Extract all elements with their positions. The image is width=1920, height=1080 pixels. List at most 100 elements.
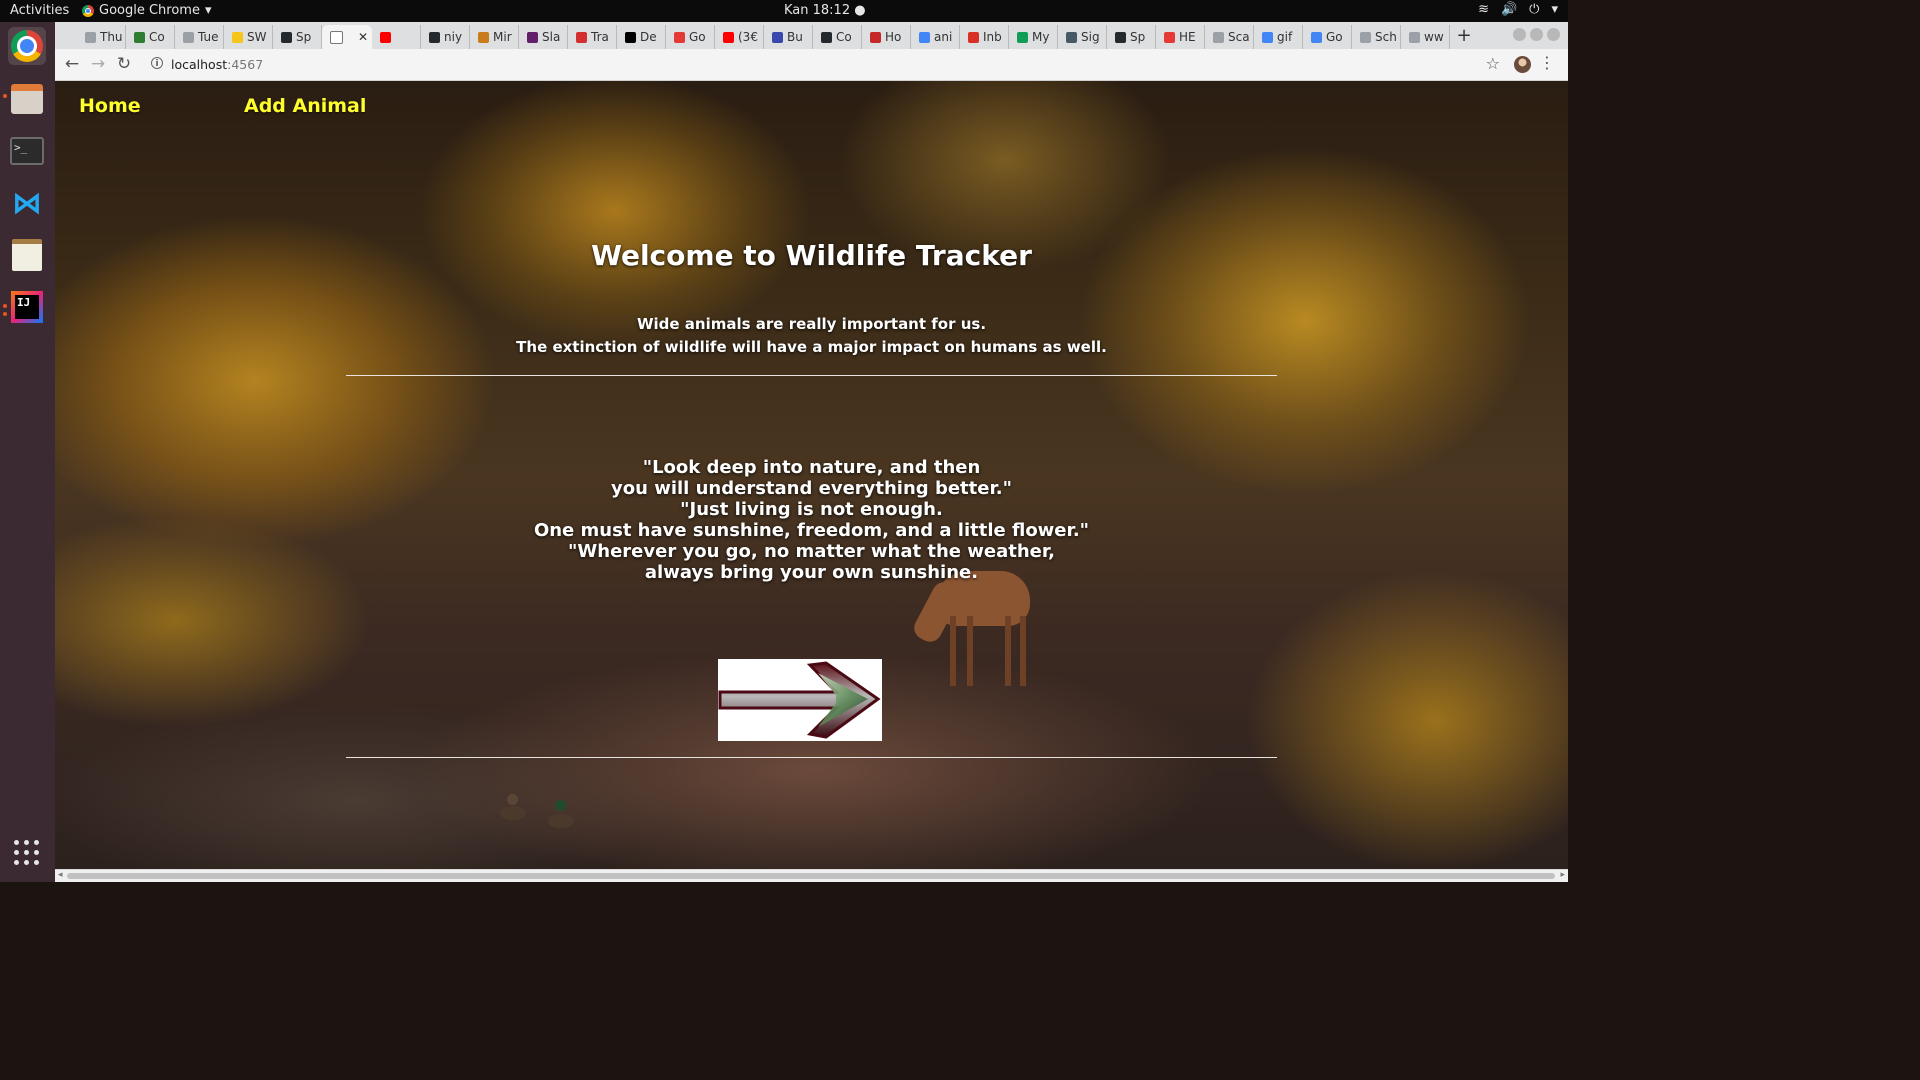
reload-icon[interactable]: ↻ <box>113 54 135 74</box>
close-window-icon[interactable] <box>1547 28 1560 41</box>
tab[interactable]: Thu <box>77 25 126 49</box>
tab[interactable]: niy <box>421 25 470 49</box>
power-icon[interactable]: ⏻ <box>1529 2 1539 17</box>
system-tray[interactable]: ≋ 🔊 ⏻ ▾ <box>1478 2 1558 17</box>
app-menu-label: Google Chrome <box>99 3 200 18</box>
tab-label: Sla <box>542 30 561 44</box>
tab-label: Co <box>836 30 852 44</box>
profile-avatar[interactable] <box>1514 56 1531 73</box>
tab[interactable]: Sig <box>1058 25 1107 49</box>
browser-toolbar: ← → ↻ i localhost:4567 ☆ ⋮ <box>55 49 1568 81</box>
tab[interactable] <box>372 25 421 49</box>
quote-line: "Just living is not enough. <box>680 499 943 520</box>
tab[interactable]: ani <box>911 25 960 49</box>
new-tab-button[interactable]: + <box>1450 25 1478 46</box>
forward-arrow-icon[interactable]: → <box>87 54 109 74</box>
vscode-icon: ⋈ <box>12 185 42 221</box>
clock[interactable]: Kan 18:12 ● <box>784 3 866 18</box>
nav-link-home[interactable]: Home <box>79 95 141 117</box>
tab[interactable]: Inb <box>960 25 1009 49</box>
tab-label: Go <box>1326 30 1343 44</box>
deer-leg <box>1020 616 1026 686</box>
tab[interactable]: Bu <box>764 25 813 49</box>
tab[interactable]: Sp <box>273 25 322 49</box>
dock-chrome-launcher[interactable] <box>8 27 46 65</box>
tab[interactable]: SW <box>224 25 273 49</box>
tab[interactable]: (3€ <box>715 25 764 49</box>
dock: >_ ⋈ IJ <box>0 22 55 882</box>
tab-label: Sca <box>1228 30 1250 44</box>
tab[interactable]: Go <box>1303 25 1352 49</box>
tab-label: niy <box>444 30 463 44</box>
tab[interactable]: Sca <box>1205 25 1254 49</box>
text-editor-icon <box>12 239 42 271</box>
tab[interactable]: De <box>617 25 666 49</box>
bookmark-star-icon[interactable]: ☆ <box>1486 54 1500 73</box>
tab-label: Inb <box>983 30 1002 44</box>
close-tab-icon[interactable]: ✕ <box>358 30 368 44</box>
dock-vscode-launcher[interactable]: ⋈ <box>8 184 46 222</box>
duck-image <box>548 814 574 828</box>
dock-terminal-launcher[interactable]: >_ <box>8 132 46 170</box>
tab[interactable]: gif <box>1254 25 1303 49</box>
tab[interactable]: Go <box>666 25 715 49</box>
tab-label: ani <box>934 30 953 44</box>
minimize-icon[interactable] <box>1513 28 1526 41</box>
show-applications-icon[interactable] <box>14 840 40 866</box>
back-arrow-icon[interactable]: ← <box>61 54 83 74</box>
chrome-icon <box>11 30 43 62</box>
chevron-down-icon[interactable]: ▾ <box>1551 2 1558 17</box>
running-indicator <box>3 304 7 308</box>
tab[interactable]: Mir <box>470 25 519 49</box>
tab-strip: Thu Co Tue SW Sp ✕ niy Mir Sla Tra De Go (3€ Bu Co Ho an… <box>55 22 1568 49</box>
tab[interactable]: Sp <box>1107 25 1156 49</box>
tab[interactable]: ww <box>1401 25 1450 49</box>
tab-label: My <box>1032 30 1050 44</box>
scrollbar-thumb[interactable] <box>67 873 1555 879</box>
dock-files-launcher[interactable] <box>8 80 46 118</box>
nav-link-add-animal[interactable]: Add Animal <box>244 95 366 117</box>
tab-favicon-icon <box>232 31 243 43</box>
dock-intellij-launcher[interactable]: IJ <box>8 288 46 326</box>
menu-kebab-icon[interactable]: ⋮ <box>1539 53 1555 72</box>
activities-button[interactable]: Activities <box>10 3 69 18</box>
tab-favicon-icon <box>1213 31 1224 43</box>
deer-leg <box>950 616 956 686</box>
tab[interactable]: Sla <box>519 25 568 49</box>
tab-label: Sp <box>296 30 312 44</box>
tab[interactable]: My <box>1009 25 1058 49</box>
address-bar[interactable]: localhost:4567 <box>171 57 263 72</box>
tab-label: De <box>640 30 657 44</box>
wifi-icon[interactable]: ≋ <box>1478 2 1489 17</box>
tab-label: SW <box>247 30 267 44</box>
tab-favicon-icon <box>330 30 343 44</box>
maximize-icon[interactable] <box>1530 28 1543 41</box>
tab-favicon-icon <box>870 31 881 43</box>
next-arrow-link[interactable] <box>718 659 882 741</box>
tab[interactable]: HE <box>1156 25 1205 49</box>
tab-favicon-icon <box>1164 31 1175 43</box>
tab-label: gif <box>1277 30 1293 44</box>
tab-active[interactable]: ✕ <box>322 25 372 49</box>
tab-label: Tue <box>198 30 219 44</box>
scroll-left-icon[interactable]: ◂ <box>58 870 63 880</box>
volume-icon[interactable]: 🔊 <box>1501 2 1517 17</box>
info-icon[interactable]: i <box>151 57 163 69</box>
page-viewport: Home Add Animal Welcome to Wildlife Trac… <box>55 81 1568 869</box>
app-menu[interactable]: Google Chrome ▾ <box>82 3 212 18</box>
tab[interactable]: Tra <box>568 25 617 49</box>
tab-label: Ho <box>885 30 902 44</box>
tab[interactable]: Co <box>126 25 175 49</box>
quote-line: "Wherever you go, no matter what the wea… <box>568 541 1055 562</box>
tab[interactable]: Tue <box>175 25 224 49</box>
scroll-right-icon[interactable]: ▸ <box>1560 870 1565 880</box>
horizontal-scrollbar[interactable]: ◂ ▸ <box>55 869 1568 882</box>
tab[interactable]: Co <box>813 25 862 49</box>
terminal-icon: >_ <box>10 137 44 165</box>
tab-label: HE <box>1179 30 1196 44</box>
tab[interactable]: Sch <box>1352 25 1401 49</box>
tab[interactable]: Ho <box>862 25 911 49</box>
tab-label: Thu <box>100 30 123 44</box>
quote-line: One must have sunshine, freedom, and a l… <box>533 520 1090 541</box>
dock-text-editor-launcher[interactable] <box>8 236 46 274</box>
